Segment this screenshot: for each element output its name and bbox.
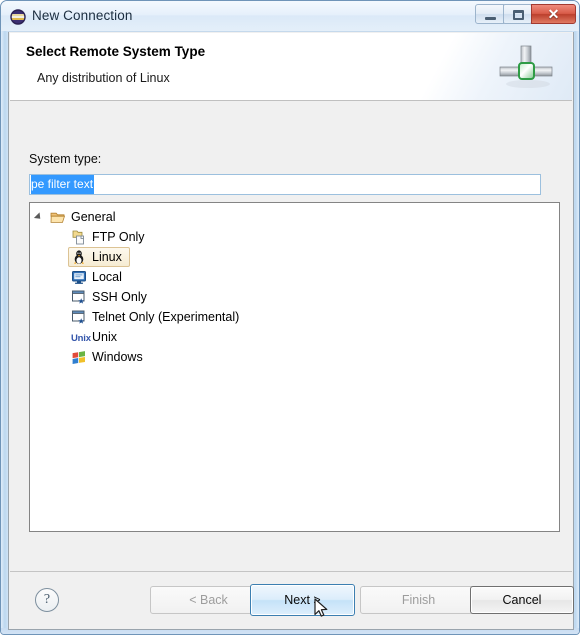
window-title: New Connection [32, 8, 133, 23]
system-type-tree[interactable]: General FTP Only Linux Local SSH Only Te… [29, 202, 560, 532]
finish-button[interactable]: Finish [360, 586, 477, 614]
linux-penguin-icon [71, 249, 87, 265]
dialog-body: System type: pe filter text General FTP … [10, 102, 572, 571]
close-icon: ✕ [547, 5, 560, 22]
open-folder-icon [50, 209, 66, 225]
tree-item-label: SSH Only [92, 290, 147, 304]
window-controls: ✕ [475, 4, 576, 24]
page-title: Select Remote System Type [26, 44, 206, 59]
close-button[interactable]: ✕ [531, 4, 576, 24]
tree-item-label: General [71, 210, 116, 224]
new-connection-window: New Connection ✕ Select Remote System Ty… [0, 0, 580, 635]
tree-item-ssh-only[interactable]: SSH Only [30, 287, 559, 307]
filter-input-value: pe filter text [31, 175, 95, 194]
tree-item-local[interactable]: Local [30, 267, 559, 287]
next-button[interactable]: Next > [250, 584, 355, 616]
cancel-button[interactable]: Cancel [470, 586, 574, 614]
help-button[interactable]: ? [35, 588, 59, 612]
unix-text-icon: Unix [71, 329, 91, 345]
tree-item-label: Local [92, 270, 122, 284]
mouse-cursor [314, 598, 330, 620]
tree-item-label: Windows [92, 350, 143, 364]
tree-item-linux[interactable]: Linux [30, 247, 559, 267]
network-connection-icon [495, 43, 557, 93]
dialog-button-bar: ? < Back Next > Finish Cancel [10, 571, 574, 628]
title-bar[interactable]: New Connection ✕ [1, 1, 579, 32]
tree-item-windows[interactable]: Windows [30, 347, 559, 367]
expand-arrow-icon[interactable] [33, 212, 44, 222]
tree-item-label: Unix [92, 330, 118, 344]
window-frame-left [1, 31, 8, 634]
dialog-client-area: Select Remote System Type Any distributi… [8, 32, 574, 630]
tree-item-unix[interactable]: Unix Unix [30, 327, 559, 347]
ftp-copy-icon [71, 229, 87, 245]
monitor-icon [71, 269, 87, 285]
ssh-window-icon [71, 289, 87, 305]
minimize-button[interactable] [475, 4, 504, 24]
system-type-label: System type: [29, 152, 102, 166]
tree-item-label: Telnet Only (Experimental) [92, 310, 240, 324]
page-subtitle: Any distribution of Linux [37, 71, 170, 85]
filter-input[interactable]: pe filter text [29, 174, 541, 195]
maximize-button[interactable] [503, 4, 532, 24]
minimize-icon [485, 17, 496, 20]
windows-flag-icon [71, 349, 87, 365]
tree-item-telnet-only[interactable]: Telnet Only (Experimental) [30, 307, 559, 327]
tree-item-general[interactable]: General [30, 207, 559, 227]
maximize-icon [513, 10, 524, 20]
tree-item-label: Linux [92, 250, 122, 264]
eclipse-sphere-icon [10, 9, 26, 25]
unix-icon-text: Unix [71, 333, 91, 344]
wizard-header: Select Remote System Type Any distributi… [10, 33, 572, 101]
tree-item-label: FTP Only [92, 230, 145, 244]
tree-item-ftp-only[interactable]: FTP Only [30, 227, 559, 247]
telnet-window-icon [71, 309, 87, 325]
